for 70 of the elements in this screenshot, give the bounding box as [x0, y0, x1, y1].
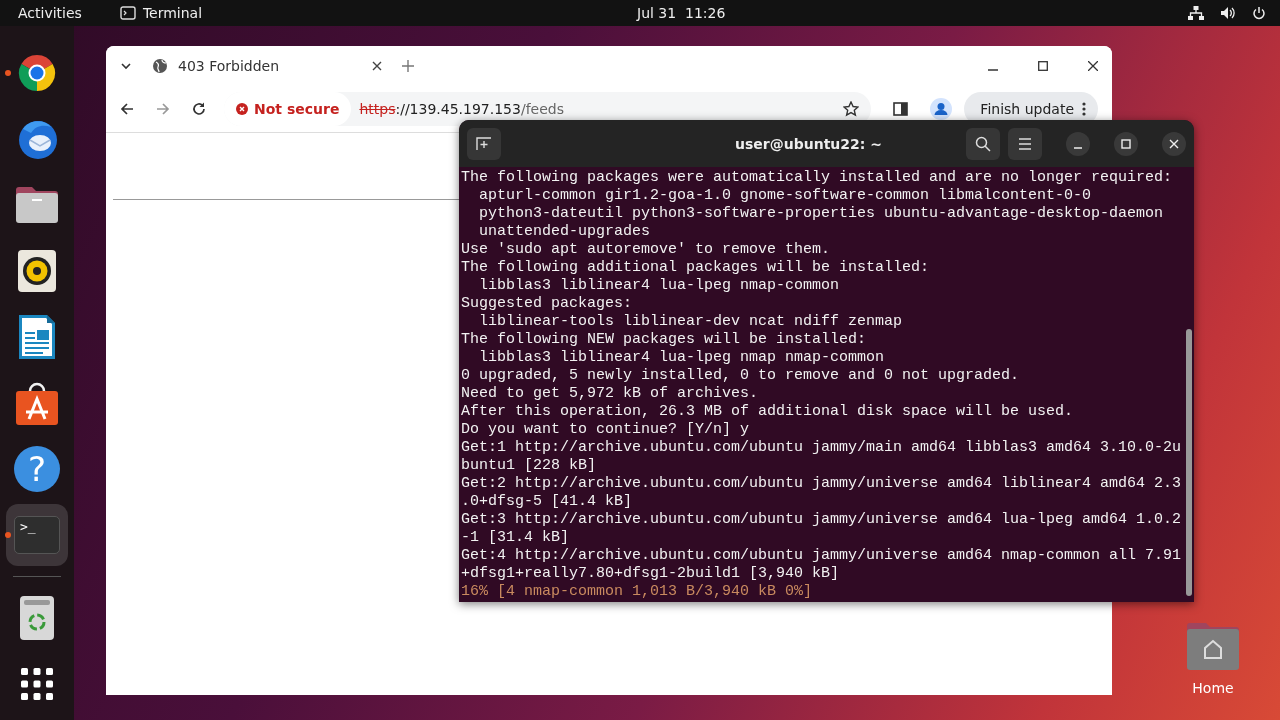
terminal-line: unattended-upgrades — [478, 223, 652, 241]
terminal-icon — [119, 6, 136, 20]
minimize-button[interactable] — [1066, 131, 1090, 156]
close-icon[interactable] — [1088, 61, 1098, 71]
browser-tab[interactable]: 403 Forbidden — [146, 46, 388, 86]
search-button[interactable] — [966, 127, 1000, 160]
terminal-line: Do you want to continue? [Y/n] y — [461, 421, 751, 439]
globe-icon — [152, 58, 168, 74]
menu-button[interactable] — [1008, 127, 1042, 160]
terminal-line: The following additional packages will be installed: — [461, 259, 931, 277]
side-panel-icon[interactable] — [893, 102, 909, 116]
terminal-line: The following packages were automatically installed and are no longer required: — [461, 169, 1174, 187]
terminal-line: Suggested packages: — [461, 295, 634, 313]
terminal-line: +dfsg1+really7.80+dfsg1-2build1 [3,940 kB] — [461, 565, 841, 583]
url-text: https://139.45.197.153/feeds — [359, 101, 564, 117]
reload-icon[interactable] — [192, 102, 206, 116]
app-grid-icon — [20, 667, 54, 701]
profile-icon[interactable] — [930, 98, 953, 120]
terminal-line: python3-dateutil python3-software-properties ubuntu-advantage-desktop-daemon — [478, 205, 1165, 223]
close-icon[interactable] — [372, 61, 382, 71]
menu-icon — [1018, 137, 1032, 150]
terminal-line: Need to get 5,972 kB of archives. — [461, 385, 760, 403]
terminal-line: After this operation, 26.3 MB of additional disk space will be used. — [461, 403, 1075, 421]
terminal-line: libblas3 liblinear4 lua-lpeg nmap-common — [478, 277, 841, 295]
new-tab-icon — [476, 136, 492, 151]
warning-icon — [236, 103, 248, 115]
star-icon[interactable] — [843, 101, 860, 117]
minimize-icon — [1073, 146, 1083, 149]
clock[interactable]: Jul 31 11:26 — [637, 5, 726, 21]
chevron-down-icon[interactable] — [120, 62, 132, 70]
volume-icon[interactable] — [1220, 6, 1236, 20]
terminal-line: Get:1 http://archive.ubuntu.com/ubuntu jammy/main amd64 libblas3 amd64 3.10.0-2u — [461, 439, 1183, 457]
terminal-line: apturl-common gir1.2-goa-1.0 gnome-software-common libmalcontent-0-0 — [478, 187, 1093, 205]
maximize-button[interactable] — [1114, 131, 1138, 156]
terminal-icon: >_ — [14, 516, 60, 554]
terminal-line: -1 [31.4 kB] — [461, 529, 571, 547]
home-folder-icon[interactable] — [1185, 620, 1241, 672]
maximize-icon[interactable] — [1038, 61, 1048, 71]
terminal-line: 0 upgraded, 5 newly installed, 0 to remove and 0 not upgraded. — [461, 367, 1021, 385]
terminal-line: Get:3 http://archive.ubuntu.com/ubuntu jammy/universe amd64 lua-lpeg amd64 1.0.2 — [461, 511, 1183, 529]
maximize-icon — [1121, 138, 1131, 149]
scrollbar[interactable] — [1186, 329, 1192, 596]
dock-item[interactable]: >_ — [6, 504, 68, 566]
terminal-line: .0+dfsg-5 [41.4 kB] — [461, 493, 634, 511]
desktop-icon-label[interactable]: Home — [1192, 680, 1234, 696]
terminal-line: The following NEW packages will be installed: — [461, 331, 868, 349]
back-arrow-icon[interactable] — [120, 102, 134, 116]
not-secure-label: Not secure — [254, 101, 340, 117]
kebab-menu-icon — [1082, 102, 1086, 116]
plus-icon[interactable] — [402, 60, 414, 72]
terminal-line: liblinear-tools liblinear-dev ncat ndiff zenmap — [478, 313, 904, 331]
activities-button[interactable]: Activities — [18, 5, 82, 21]
forward-arrow-icon[interactable] — [156, 102, 170, 116]
security-chip[interactable]: Not secure — [224, 92, 352, 126]
terminal-line: Get:4 http://archive.ubuntu.com/ubuntu jammy/universe amd64 nmap-common all 7.91 — [461, 547, 1183, 565]
app-menu[interactable]: Terminal — [142, 5, 203, 21]
terminal-line: 16% [4 nmap-common 1,013 B/3,940 kB 0%] — [461, 583, 814, 601]
tab-title: 403 Forbidden — [178, 58, 281, 74]
close-button[interactable] — [1162, 131, 1186, 156]
network-icon[interactable] — [1188, 6, 1204, 20]
new-tab-button[interactable] — [467, 127, 501, 160]
terminal-line: buntu1 [228 kB] — [461, 457, 598, 475]
window-title: user@ubuntu22: ~ — [734, 135, 883, 152]
terminal-line: Use 'sudo apt autoremove' to remove them. — [461, 241, 832, 259]
power-icon[interactable] — [1252, 6, 1266, 20]
terminal-line: Get:2 http://archive.ubuntu.com/ubuntu jammy/universe amd64 liblinear4 amd64 2.3 — [461, 475, 1183, 493]
close-icon — [1169, 138, 1179, 149]
help-icon: ? — [14, 446, 60, 492]
search-icon — [975, 135, 991, 152]
terminal-line: libblas3 liblinear4 lua-lpeg nmap nmap-common — [478, 349, 886, 367]
